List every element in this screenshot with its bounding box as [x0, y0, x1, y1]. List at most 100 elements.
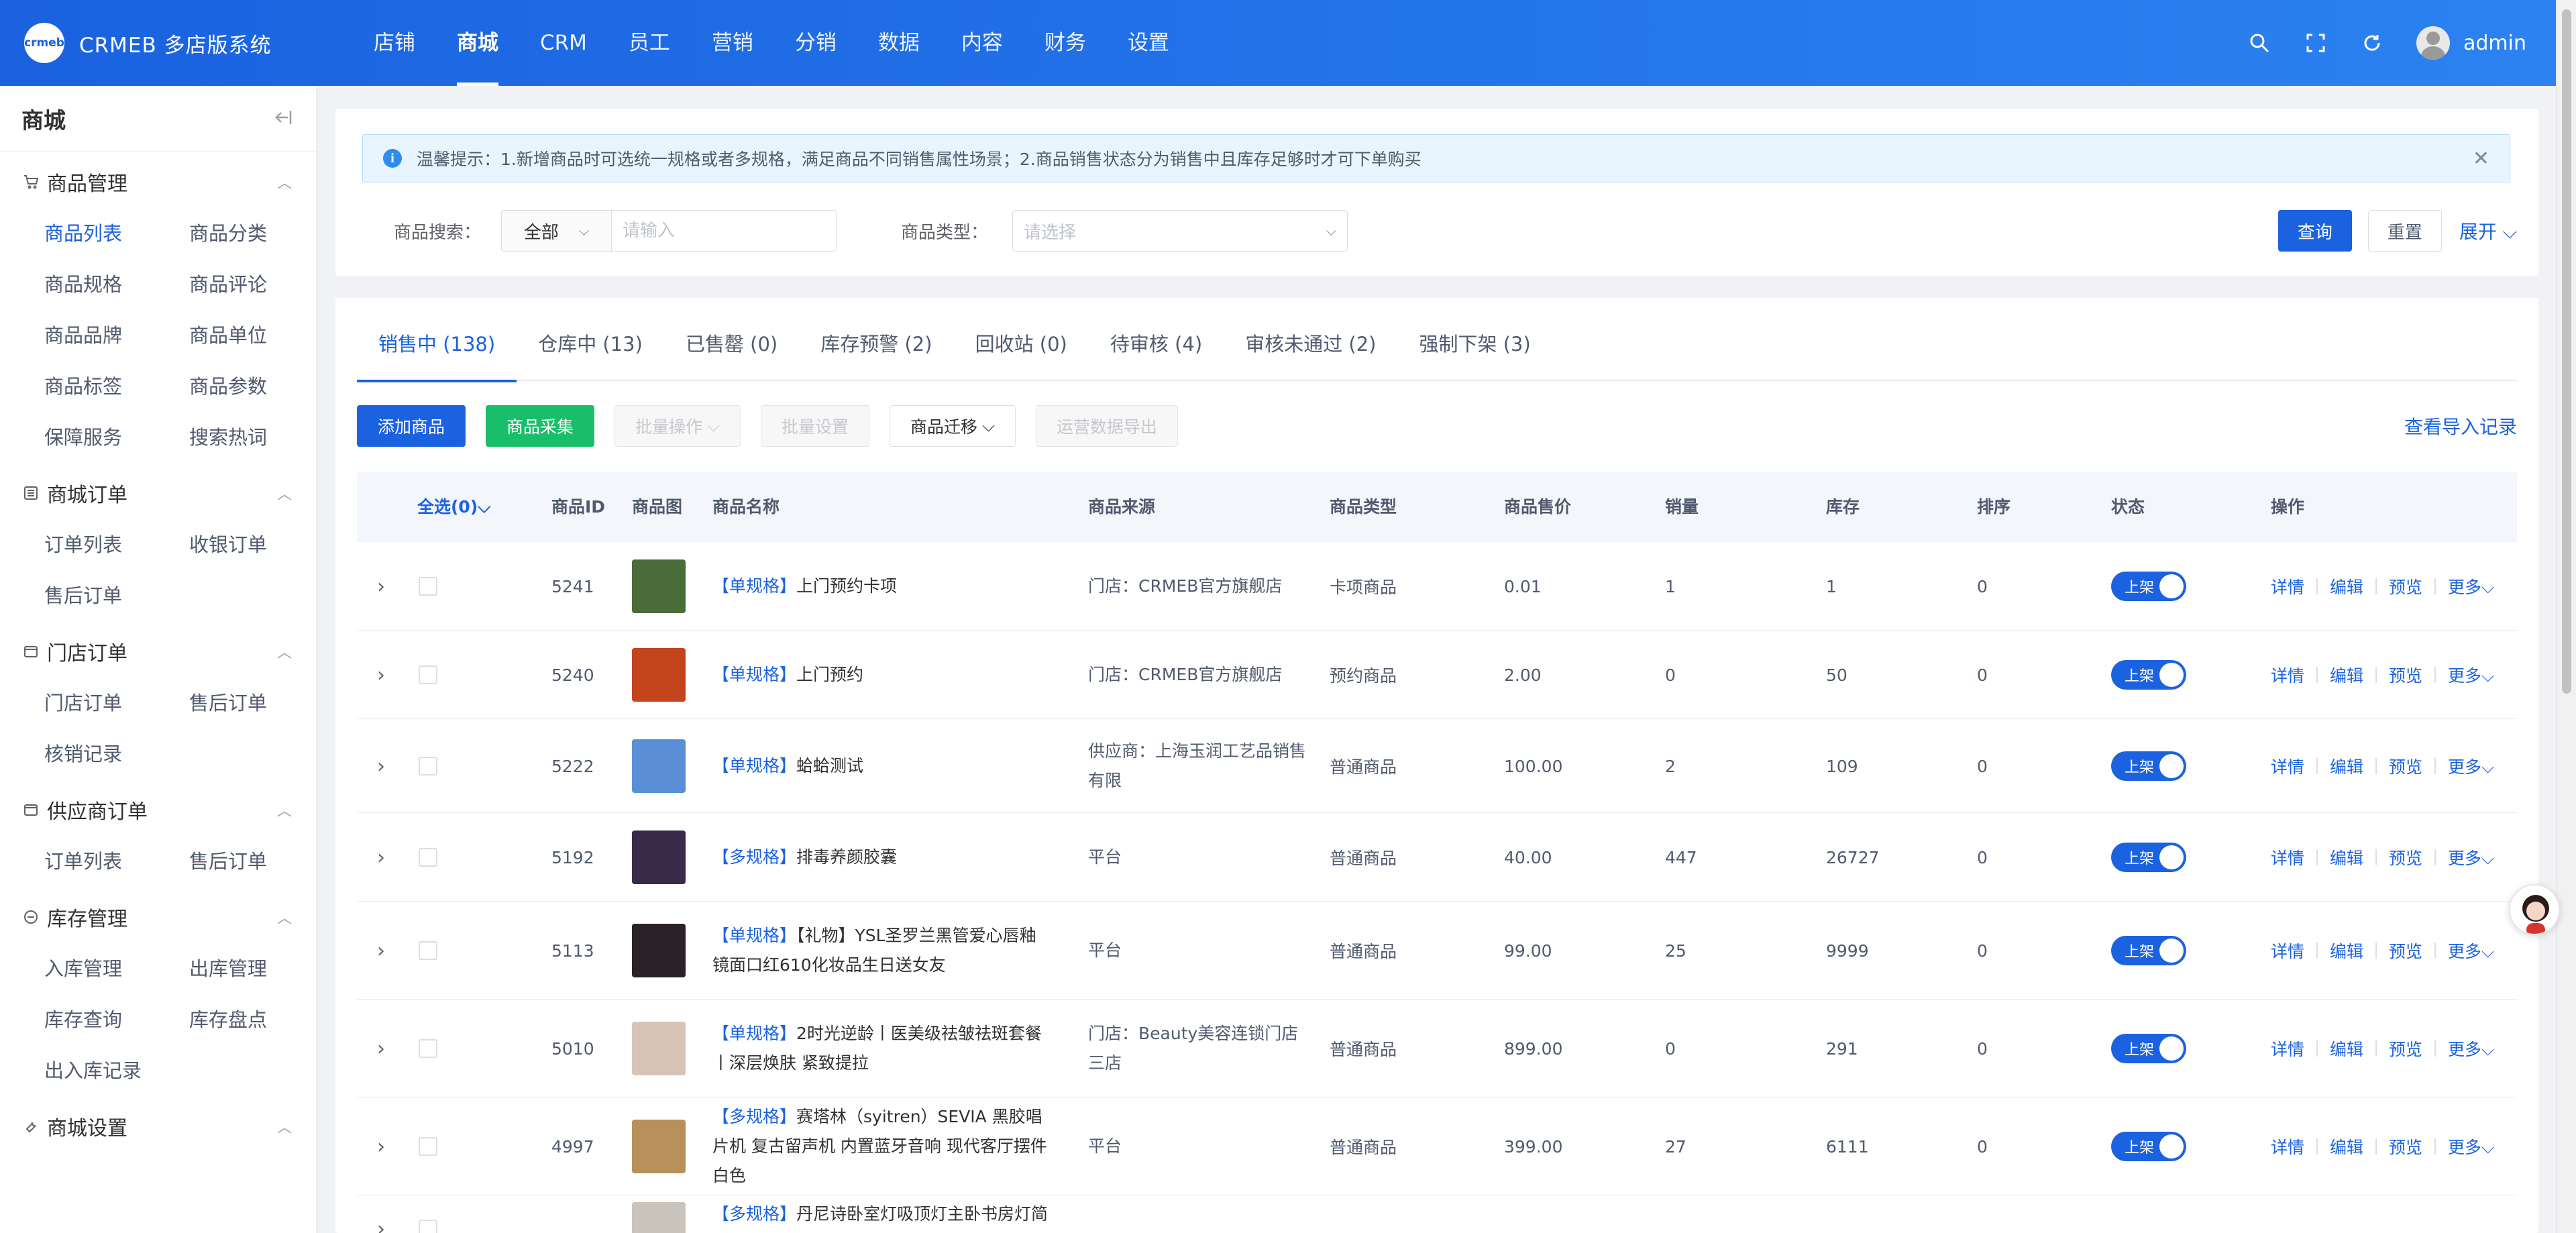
expand-row-icon[interactable]: ›	[377, 719, 385, 813]
sidebar-item[interactable]: 库存盘点	[189, 994, 316, 1045]
status-toggle[interactable]: 上架	[2111, 1034, 2186, 1063]
detail-link[interactable]: 详情	[2271, 939, 2304, 963]
product-name[interactable]: 【多规格】丹尼诗卧室灯吸顶灯主卧书房灯简约	[712, 1199, 1055, 1233]
search-scope-select[interactable]: 全部 ⌵	[501, 210, 612, 252]
sidebar-item[interactable]: 售后订单	[44, 570, 189, 621]
sidebar-item[interactable]: 商品标签	[44, 361, 189, 412]
product-thumbnail[interactable]	[632, 739, 686, 793]
checkbox[interactable]	[419, 848, 437, 867]
expand-row-icon[interactable]: ›	[377, 631, 385, 719]
expand-row-icon[interactable]: ›	[377, 1097, 385, 1195]
sidebar-item[interactable]: 商品品牌	[44, 310, 189, 361]
product-thumbnail[interactable]	[632, 1120, 686, 1173]
reset-button[interactable]: 重置	[2367, 210, 2442, 252]
sidebar-item[interactable]: 售后订单	[189, 678, 316, 729]
tab-status[interactable]: 强制下架 (3)	[1398, 298, 1552, 381]
checkbox[interactable]	[419, 665, 437, 684]
product-name-cell[interactable]: 【单规格】蛤蛤测试	[712, 719, 1055, 813]
product-thumbnail[interactable]	[632, 648, 686, 702]
row-checkbox[interactable]	[419, 542, 437, 631]
product-thumbnail[interactable]	[632, 1022, 686, 1075]
preview-link[interactable]: 预览	[2389, 754, 2422, 778]
query-button[interactable]: 查询	[2277, 210, 2352, 252]
sidebar-item[interactable]: 商品单位	[189, 310, 316, 361]
detail-link[interactable]: 详情	[2271, 754, 2304, 778]
expand-filters-link[interactable]: 展开 ⌵	[2459, 217, 2517, 244]
product-name[interactable]: 【单规格】【礼物】YSL圣罗兰黑管爱心唇釉 镜面口红610化妆品生日送女友	[712, 921, 1055, 980]
edit-link[interactable]: 编辑	[2330, 1036, 2363, 1061]
edit-link[interactable]: 编辑	[2330, 939, 2363, 963]
add-product-button[interactable]: 添加商品	[357, 405, 466, 447]
sidebar-item[interactable]: 搜索热词	[189, 412, 316, 463]
preview-link[interactable]: 预览	[2389, 1134, 2422, 1159]
type-select[interactable]: 请选择 ⌵	[1012, 210, 1348, 252]
sidebar-item[interactable]: 核销记录	[44, 729, 189, 780]
status-toggle[interactable]: 上架	[2111, 572, 2186, 601]
preview-link[interactable]: 预览	[2389, 939, 2422, 963]
product-name-cell[interactable]: 【单规格】【礼物】YSL圣罗兰黑管爱心唇釉 镜面口红610化妆品生日送女友	[712, 902, 1055, 1000]
export-data-button[interactable]: 运营数据导出	[1035, 405, 1178, 447]
sidebar-item[interactable]: 收银订单	[189, 519, 316, 570]
product-name[interactable]: 【多规格】排毒养颜胶囊	[712, 843, 1055, 872]
product-name-cell[interactable]: 【多规格】排毒养颜胶囊	[712, 813, 1055, 902]
collapse-sidebar-icon[interactable]	[273, 109, 293, 129]
row-checkbox[interactable]	[419, 813, 437, 902]
tab-status[interactable]: 仓库中 (13)	[517, 298, 664, 381]
sidebar-item[interactable]: 商品列表	[44, 208, 189, 259]
batch-settings-button[interactable]: 批量设置	[760, 405, 869, 447]
brand-logo[interactable]: crmeb CRMEB 多店版系统	[24, 23, 319, 63]
tab-status[interactable]: 销售中 (138)	[357, 298, 517, 382]
more-dropdown[interactable]: 更多⌵	[2448, 663, 2494, 687]
expand-row-icon[interactable]: ›	[377, 542, 385, 631]
tab-status[interactable]: 审核未通过 (2)	[1224, 298, 1397, 381]
username[interactable]: admin	[2463, 32, 2526, 55]
search-icon[interactable]	[2231, 21, 2288, 64]
refresh-icon[interactable]	[2344, 21, 2400, 64]
collect-product-button[interactable]: 商品采集	[486, 405, 595, 447]
checkbox[interactable]	[419, 1220, 437, 1233]
fullscreen-icon[interactable]	[2288, 21, 2344, 64]
product-name[interactable]: 【单规格】蛤蛤测试	[712, 751, 1055, 781]
expand-row-icon[interactable]: ›	[377, 1195, 385, 1233]
sidebar-item[interactable]: 商品评论	[189, 259, 316, 310]
user-avatar[interactable]	[2416, 26, 2450, 60]
edit-link[interactable]: 编辑	[2330, 845, 2363, 869]
top-nav-item[interactable]: 内容	[941, 0, 1024, 86]
top-nav-item[interactable]: 商城	[436, 0, 519, 86]
tab-status[interactable]: 待审核 (4)	[1089, 298, 1224, 381]
sidebar-item[interactable]: 门店订单	[44, 678, 189, 729]
status-toggle[interactable]: 上架	[2111, 843, 2186, 872]
product-thumbnail[interactable]	[632, 830, 686, 884]
more-dropdown[interactable]: 更多⌵	[2448, 1036, 2494, 1061]
sidebar-item[interactable]: 商品规格	[44, 259, 189, 310]
row-checkbox[interactable]	[419, 1195, 437, 1233]
sidebar-item[interactable]: 商品分类	[189, 208, 316, 259]
page-scrollbar[interactable]	[2556, 0, 2576, 1233]
search-input[interactable]	[611, 210, 837, 252]
product-name-cell[interactable]: 【多规格】丹尼诗卧室灯吸顶灯主卧书房灯简约	[712, 1195, 1055, 1233]
row-checkbox[interactable]	[419, 902, 437, 1000]
sidebar-group[interactable]: 库存管理 ︿	[0, 891, 316, 943]
close-icon[interactable]: ✕	[2473, 147, 2489, 170]
sidebar-item[interactable]: 订单列表	[44, 519, 189, 570]
tab-status[interactable]: 库存预警 (2)	[799, 298, 953, 381]
sidebar-item[interactable]: 出入库记录	[44, 1045, 189, 1096]
row-checkbox[interactable]	[419, 631, 437, 719]
top-nav-item[interactable]: 财务	[1024, 0, 1107, 86]
expand-row-icon[interactable]: ›	[377, 1000, 385, 1097]
expand-row-icon[interactable]: ›	[377, 902, 385, 1000]
scrollbar-thumb[interactable]	[2562, 9, 2571, 694]
sidebar-item[interactable]: 售后订单	[189, 836, 316, 887]
product-name[interactable]: 【单规格】上门预约卡项	[712, 572, 1055, 601]
product-thumbnail[interactable]	[632, 559, 686, 613]
preview-link[interactable]: 预览	[2389, 663, 2422, 687]
product-thumbnail[interactable]	[632, 924, 686, 977]
status-toggle[interactable]: 上架	[2111, 660, 2186, 690]
status-toggle[interactable]: 上架	[2111, 1132, 2186, 1161]
checkbox[interactable]	[419, 757, 437, 775]
more-dropdown[interactable]: 更多⌵	[2448, 574, 2494, 598]
detail-link[interactable]: 详情	[2271, 845, 2304, 869]
checkbox[interactable]	[419, 941, 437, 960]
edit-link[interactable]: 编辑	[2330, 1134, 2363, 1159]
more-dropdown[interactable]: 更多⌵	[2448, 845, 2494, 869]
